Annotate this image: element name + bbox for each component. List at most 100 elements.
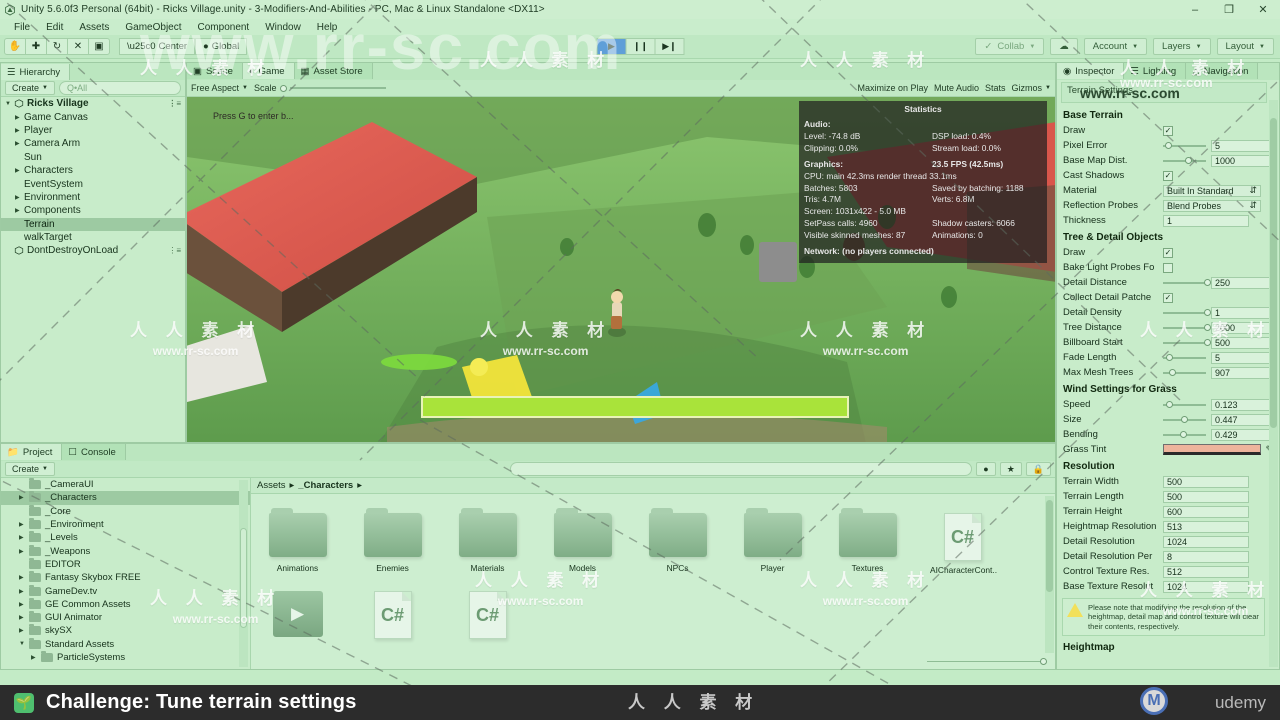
field-value[interactable]: 1 — [1163, 214, 1249, 227]
collab-button[interactable]: ✓ Collab ▼ — [975, 38, 1045, 55]
asset-item[interactable]: C# — [455, 591, 520, 643]
slider-control[interactable] — [1163, 337, 1212, 349]
field-value[interactable]: 8 — [1163, 550, 1249, 563]
dropdown[interactable]: Built In Standard ⇵ — [1163, 184, 1261, 197]
game-render-canvas[interactable]: Press G to enter b... Statistics Audio: … — [187, 97, 1055, 442]
move-tool-icon[interactable]: ✚ — [25, 38, 47, 55]
minimize-button[interactable]: – — [1178, 0, 1212, 19]
slider-knob[interactable] — [1181, 416, 1189, 423]
slider-control[interactable] — [1163, 140, 1206, 152]
asset-item[interactable]: Textures — [835, 508, 900, 575]
menu-item-window[interactable]: Window — [257, 22, 309, 33]
tab-console[interactable]: ☐ Console — [62, 444, 126, 460]
slider-control[interactable] — [1163, 414, 1206, 426]
gizmos-dropdown[interactable]: Gizmos ▼ — [1012, 83, 1051, 93]
project-filter-type-button[interactable]: ● — [976, 462, 996, 476]
project-tree-item--environment[interactable]: ▶ _Environment — [1, 518, 250, 531]
field-value[interactable]: 250 — [1211, 276, 1273, 289]
hierarchy-item-ricks-village[interactable]: ▼ Ricks Village ⋮≡ — [1, 97, 185, 110]
field-value[interactable]: 500 — [1163, 490, 1249, 503]
asset-item[interactable]: Player — [740, 508, 805, 575]
project-tree-item-fantasy-skybox-free[interactable]: ▶ Fantasy Skybox FREE — [1, 571, 250, 584]
project-tree-item-gamedev-tv[interactable]: ▶ GameDev.tv — [1, 584, 250, 597]
slider-control[interactable] — [1163, 277, 1212, 289]
project-tree-item--levels[interactable]: ▶ _Levels — [1, 531, 250, 544]
field-value[interactable]: 512 — [1163, 565, 1249, 578]
disclosure-triangle-icon[interactable]: ▶ — [19, 588, 29, 595]
hand-tool-icon[interactable]: ✋ — [4, 38, 26, 55]
field-value[interactable]: 5 — [1211, 139, 1273, 152]
hierarchy-item-dontdestroyonload[interactable]: DontDestroyOnLoad ⋮≡ — [1, 244, 185, 257]
color-swatch[interactable] — [1163, 444, 1262, 455]
slider-knob[interactable] — [1180, 431, 1188, 438]
field-value[interactable]: 907 — [1211, 366, 1273, 379]
disclosure-triangle-icon[interactable]: ▶ — [19, 574, 29, 581]
inspector-scroll-thumb[interactable] — [1270, 118, 1277, 428]
project-tree-item-particlesystems[interactable]: ▶ ParticleSystems — [1, 651, 250, 664]
checkbox[interactable]: ✓ — [1163, 170, 1173, 181]
asset-item[interactable]: Animations — [265, 508, 330, 575]
breadcrumb-characters[interactable]: _Characters — [298, 480, 353, 491]
asset-grid-scrollbar[interactable] — [1045, 496, 1054, 653]
hierarchy-item-walktarget[interactable]: walkTarget — [1, 231, 185, 244]
menu-item-component[interactable]: Component — [190, 22, 258, 33]
asset-item[interactable]: ▶ — [265, 591, 330, 643]
field-value[interactable]: 1000 — [1211, 154, 1273, 167]
tab-asset-store[interactable]: ▦ Asset Store — [294, 63, 373, 79]
hierarchy-item-terrain[interactable]: Terrain — [1, 217, 185, 231]
project-tree-item--core[interactable]: _Core — [1, 504, 250, 518]
slider-control[interactable] — [1163, 155, 1206, 167]
field-value[interactable]: 500 — [1211, 336, 1273, 349]
disclosure-triangle-icon[interactable]: ▶ — [19, 614, 29, 621]
slider-control[interactable] — [1163, 399, 1206, 411]
disclosure-triangle-icon[interactable]: ▶ — [15, 127, 24, 134]
menu-item-edit[interactable]: Edit — [38, 22, 71, 33]
field-value[interactable]: 1 — [1211, 306, 1273, 319]
field-value[interactable]: 513 — [1163, 520, 1249, 533]
disclosure-triangle-icon[interactable]: ▶ — [19, 548, 29, 555]
mute-audio-toggle[interactable]: Mute Audio — [934, 83, 979, 93]
disclosure-triangle-icon[interactable]: ▶ — [19, 534, 29, 541]
scene-menu-icon[interactable]: ⋮≡ — [168, 99, 181, 108]
slider-control[interactable] — [1163, 429, 1206, 441]
play-button[interactable]: ▶ — [596, 38, 627, 55]
project-create-button[interactable]: Create ▼ — [5, 462, 55, 476]
slider-knob[interactable] — [1166, 401, 1174, 408]
stats-toggle[interactable]: Stats — [985, 83, 1006, 93]
slider-control[interactable] — [1163, 367, 1206, 379]
menu-item-file[interactable]: File — [6, 22, 38, 33]
project-filter-label-button[interactable]: ★ — [999, 462, 1022, 476]
project-tree-item-ge-common-assets[interactable]: ▶ GE Common Assets — [1, 597, 250, 611]
checkbox[interactable] — [1163, 262, 1173, 273]
slider-control[interactable] — [1163, 352, 1206, 364]
tab-game[interactable]: ◐ Game — [242, 63, 295, 79]
dropdown[interactable]: Blend Probes ⇵ — [1163, 199, 1261, 212]
menu-item-help[interactable]: Help — [309, 22, 346, 33]
project-tree-item-standard-assets[interactable]: ▼ Standard Assets — [1, 637, 250, 651]
slider-control[interactable] — [1163, 322, 1212, 334]
hierarchy-item-characters[interactable]: ▶ Characters — [1, 164, 185, 177]
menu-item-gameobject[interactable]: GameObject — [117, 22, 189, 33]
tab-scene[interactable]: ▣ Scene — [187, 63, 243, 79]
field-value[interactable]: 5 — [1211, 351, 1273, 364]
asset-item[interactable]: C# AICharacterCont.. — [930, 513, 997, 575]
disclosure-triangle-icon[interactable]: ▶ — [31, 654, 41, 661]
rotate-tool-icon[interactable]: ↻ — [46, 38, 68, 55]
disclosure-triangle-icon[interactable]: ▶ — [19, 601, 29, 608]
project-tree-scroll-thumb[interactable] — [240, 528, 247, 628]
hierarchy-item-environment[interactable]: ▶ Environment — [1, 191, 185, 204]
checkbox[interactable]: ✓ — [1163, 292, 1173, 303]
field-value[interactable]: 600 — [1163, 505, 1249, 518]
asset-item[interactable]: Enemies — [360, 508, 425, 575]
project-tree-item--weapons[interactable]: ▶ _Weapons — [1, 544, 250, 557]
project-tree-item--characters[interactable]: ▶ _Characters — [1, 491, 250, 505]
disclosure-triangle-icon[interactable]: ▶ — [15, 207, 24, 214]
disclosure-triangle-icon[interactable]: ▶ — [19, 521, 29, 528]
field-value[interactable]: 500 — [1163, 475, 1249, 488]
slider-knob[interactable] — [1164, 142, 1172, 149]
cloud-button[interactable]: ☁ — [1050, 38, 1078, 55]
hierarchy-item-sun[interactable]: Sun — [1, 151, 185, 164]
project-tree-scrollbar[interactable] — [239, 480, 248, 667]
project-tree-item-skysx[interactable]: ▶ skySX — [1, 624, 250, 637]
inspector-scrollbar[interactable] — [1269, 100, 1278, 667]
